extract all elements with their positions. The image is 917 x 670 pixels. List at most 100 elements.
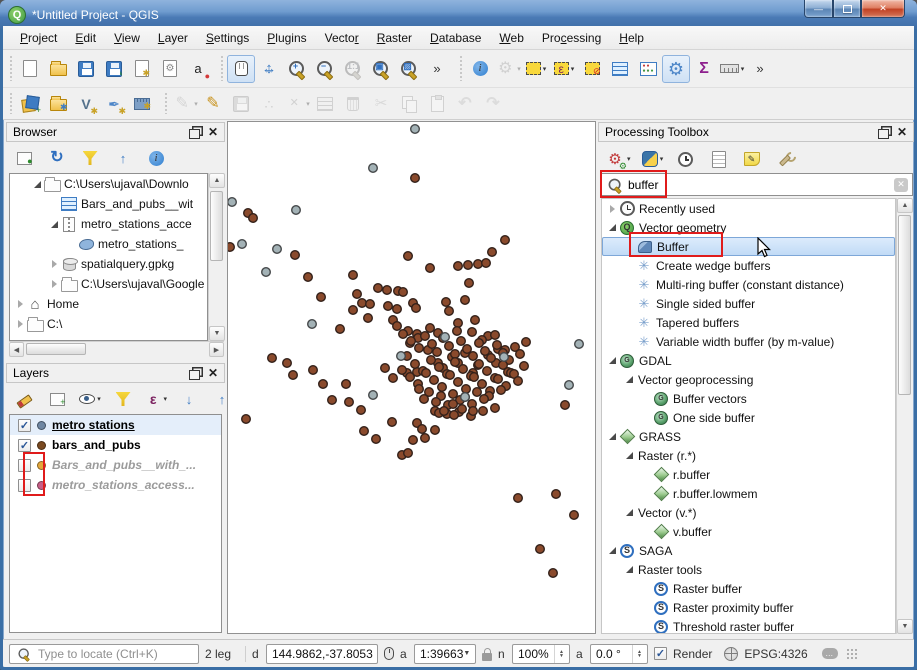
lock-scale-icon[interactable] [482,647,492,661]
crs-status-label[interactable]: EPSG:4326 [744,647,807,661]
menu-help[interactable]: Help [610,28,653,48]
spinner-arrows-icon[interactable]: ▲ ▼ [554,644,564,663]
modify-attributes-button[interactable] [311,91,339,117]
expander-open-icon[interactable] [623,566,635,573]
add-selected-layers-button[interactable]: ● [12,147,36,169]
toolbox-item-r-buffer[interactable]: r.buffer [602,465,895,484]
magnifier-spinbox[interactable]: 100% ▲ ▼ [512,643,570,664]
refresh-browser-button[interactable]: ↻ [45,147,69,169]
python-menu-button[interactable]: ▾ [641,148,665,170]
menu-processing[interactable]: Processing [533,28,610,48]
layer-visibility-checkbox[interactable]: ✓ [18,438,31,452]
layer-row-metro-stations[interactable]: ✓ metro stations [10,415,221,435]
menu-vector[interactable]: Vector [316,28,368,48]
toolbox-item-grass[interactable]: GRASS [602,427,895,446]
scroll-up-icon[interactable]: ▲ [209,173,225,188]
paste-features-button[interactable] [423,91,451,117]
menu-plugins[interactable]: Plugins [258,28,315,48]
minimize-button[interactable]: — [804,0,833,18]
menu-database[interactable]: Database [421,28,490,48]
zoom-full-button[interactable]: ▣ [367,55,395,83]
browser-item-spatialquery-gpkg[interactable]: spatialquery.gpkg [10,254,207,274]
select-by-expression-button[interactable]: ε ▾ [550,55,578,83]
spinner-arrows-icon[interactable]: ▲ ▼ [632,644,642,663]
zoom-in-button[interactable]: + [283,55,311,83]
toolbar-drag-handle[interactable] [8,55,13,82]
properties-widget-button[interactable]: i [144,147,168,169]
chevron-down-icon[interactable]: ▾ [306,100,310,108]
browser-item-home[interactable]: ⌂ Home [10,294,207,314]
toolbar-overflow-button[interactable]: » [746,55,774,83]
expander-open-icon[interactable] [623,452,635,459]
edit-features-in-place-button[interactable]: ✎ [740,148,764,170]
zoom-to-selection-button[interactable]: ▨ [395,55,423,83]
menu-web[interactable]: Web [490,28,532,48]
toolbox-item-saga[interactable]: S SAGA [602,541,895,560]
expander-open-icon[interactable] [606,547,618,554]
new-virtual-layer-button[interactable]: ✱ [128,91,156,117]
browser-horizontal-scrollbar[interactable]: ◀ ▶ [9,341,224,357]
scroll-down-icon[interactable]: ▼ [897,619,913,634]
chevron-down-icon[interactable]: ▾ [97,395,101,403]
options-button[interactable] [773,148,797,170]
select-features-button[interactable]: ▾ [522,55,550,83]
toolbox-item-single-sided-buffer[interactable]: ✳ Single sided buffer [602,294,895,313]
expander-open-icon[interactable] [606,224,618,231]
crs-globe-icon[interactable] [724,646,739,661]
new-spatialite-layer-button[interactable]: ✒ ✱ [100,91,128,117]
title-bar[interactable]: Q *Untitled Project - QGIS [0,0,917,29]
browser-item-bars-and-pubs-wit[interactable]: Bars_and_pubs__wit [10,194,207,214]
mouse-position-icon[interactable] [384,647,394,660]
measure-button[interactable]: ▾ [718,55,746,83]
browser-item-c-users-ujaval-google[interactable]: C:\Users\ujaval\Google [10,274,207,294]
chevron-down-icon[interactable]: ▾ [194,100,198,108]
expander-closed-icon[interactable] [48,280,60,288]
style-manager-button[interactable]: a ● [184,55,212,83]
expand-all-button[interactable]: ↓ [177,388,201,410]
expander-open-icon[interactable] [623,509,635,516]
menu-view[interactable]: View [105,28,149,48]
browser-float-icon[interactable] [188,128,200,139]
chevron-down-icon[interactable]: ▾ [660,155,664,163]
new-geopackage-layer-button[interactable]: ✱ [44,91,72,117]
menu-settings[interactable]: Settings [197,28,258,48]
zoom-native-button[interactable]: 1:1 [339,55,367,83]
add-feature-button[interactable]: ∴ [255,91,283,117]
expander-open-icon[interactable] [606,357,618,364]
current-edits-button[interactable]: ✎ ▾ [171,91,199,117]
run-feature-action-button[interactable]: ⚙ ▾ [494,55,522,83]
undo-button[interactable]: ↶ [451,91,479,117]
data-source-manager-button[interactable]: + [16,91,44,117]
clear-search-icon[interactable]: ✕ [894,177,908,192]
zoom-out-button[interactable]: − [311,55,339,83]
messages-icon[interactable]: … [821,648,838,659]
toolbox-item-v-buffer[interactable]: v.buffer [602,522,895,541]
statistical-summary-button[interactable]: Σ [690,55,718,83]
resize-grip[interactable] [845,647,858,660]
coordinate-input[interactable]: 144.9862,-37.8053 [266,643,378,664]
scrollbar-thumb[interactable] [210,191,223,261]
cut-features-button[interactable]: ✂ [367,91,395,117]
menu-edit[interactable]: Edit [66,28,105,48]
toolbox-item-raster-proximity-buffer[interactable]: S Raster proximity buffer [602,598,895,617]
toolbox-close-icon[interactable]: ✕ [897,125,907,139]
chevron-down-icon[interactable]: ▼ [463,650,470,657]
toolbox-item-multi-ring-buffer-constant-distance[interactable]: ✳ Multi-ring buffer (constant distance) [602,275,895,294]
menu-layer[interactable]: Layer [149,28,197,48]
identify-features-button[interactable]: i [466,55,494,83]
delete-selected-button[interactable] [339,91,367,117]
filter-by-expression-button[interactable]: ε ▾ [144,388,168,410]
filter-legend-button[interactable] [111,388,135,410]
redo-button[interactable]: ↷ [479,91,507,117]
expander-closed-icon[interactable] [14,300,26,308]
project-save-as-button[interactable]: ✎ [100,55,128,83]
expander-open-icon[interactable] [48,220,60,228]
toolbar-drag-handle[interactable] [219,55,224,82]
collapse-all-browser-button[interactable]: ↑ [111,147,135,169]
browser-vertical-scrollbar[interactable]: ▲ ▼ [208,173,225,341]
toolbox-item-raster-r[interactable]: Raster (r.*) [602,446,895,465]
render-checkbox[interactable]: ✓ [654,647,667,660]
chevron-down-icon[interactable]: ▾ [571,65,575,73]
new-print-layout-button[interactable]: ✱ [128,55,156,83]
manage-map-themes-button[interactable]: ▾ [78,388,102,410]
